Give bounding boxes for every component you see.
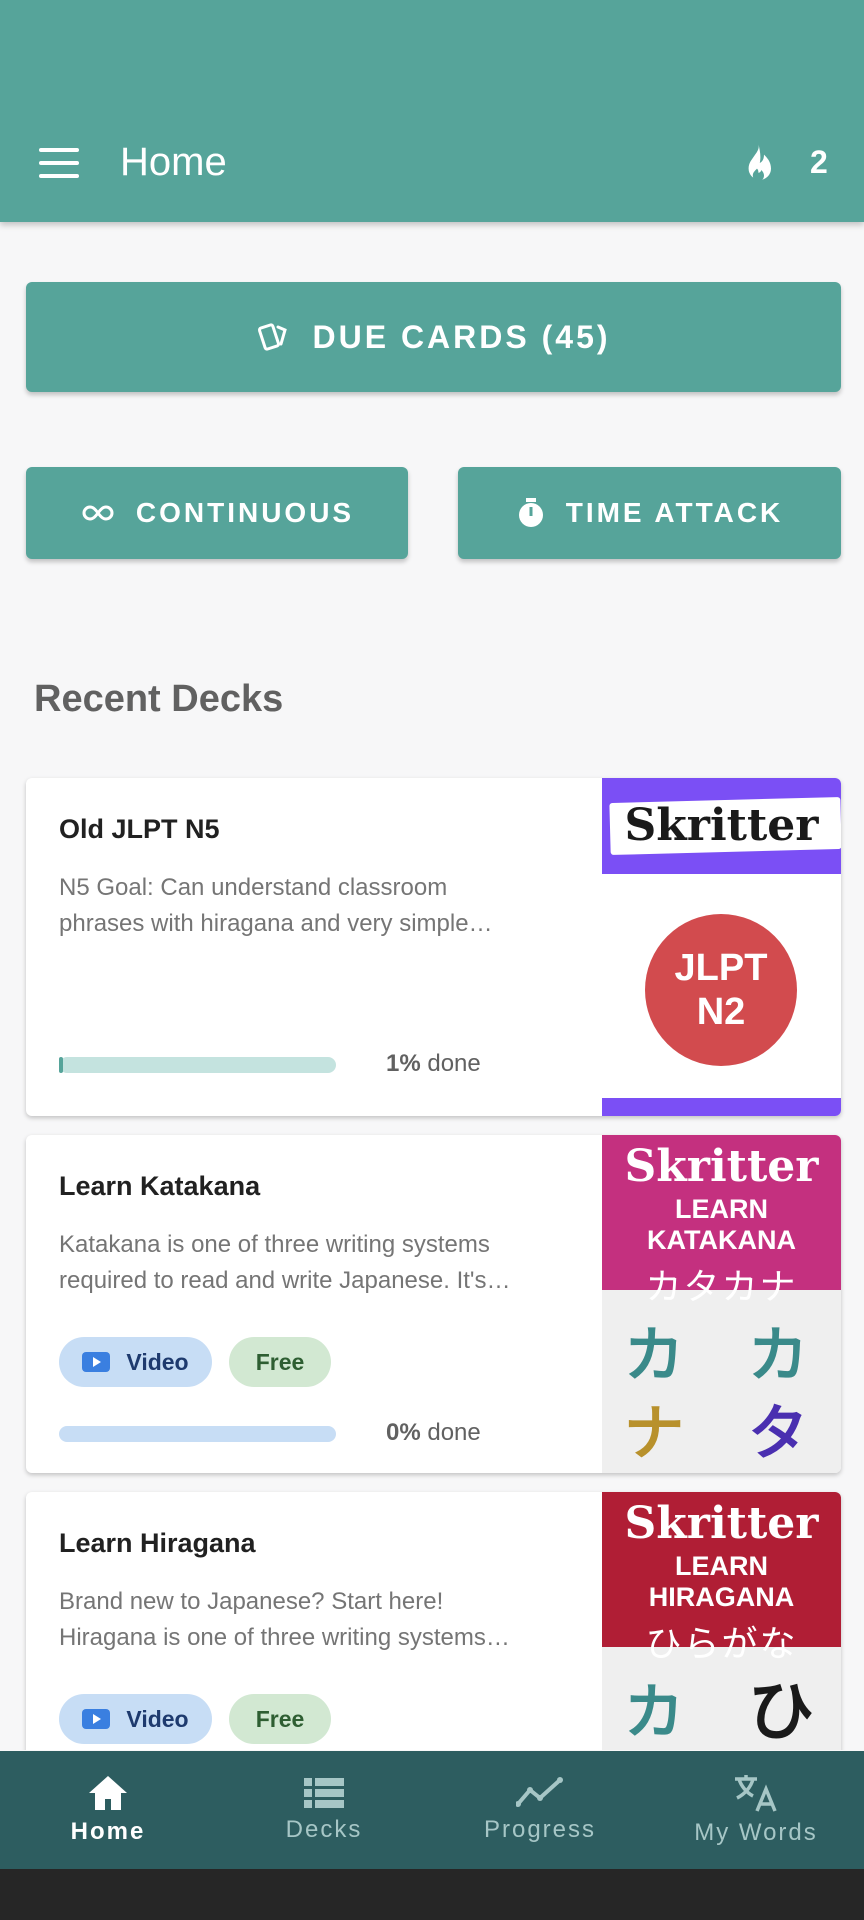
glyph-purple: タ bbox=[748, 1400, 808, 1467]
system-navigation-bar bbox=[0, 1869, 864, 1920]
deck-description-line: required to read and write Japanese. It'… bbox=[59, 1267, 511, 1294]
stopwatch-icon bbox=[518, 498, 543, 527]
free-chip[interactable]: Free bbox=[229, 1694, 331, 1744]
progress-label: 0% done bbox=[386, 1419, 481, 1447]
home-icon bbox=[89, 1776, 127, 1810]
infinity-icon bbox=[82, 505, 114, 521]
jlpt-badge-line: N2 bbox=[696, 991, 746, 1033]
recent-decks-list: Old JLPT N5 N5 Goal: Can understand clas… bbox=[0, 760, 864, 1750]
glyph-hi: ひ bbox=[748, 1674, 814, 1748]
cards-icon bbox=[258, 323, 288, 351]
glyph-mascot: カ bbox=[624, 1679, 684, 1746]
deck-card[interactable]: Old JLPT N5 N5 Goal: Can understand clas… bbox=[26, 778, 841, 1116]
nav-label: My Words bbox=[694, 1819, 818, 1846]
deck-description-line: Hiragana is one of three writing systems… bbox=[59, 1624, 510, 1651]
glyph-rope: ナ bbox=[624, 1400, 684, 1467]
time-attack-label: TIME ATTACK bbox=[565, 497, 784, 528]
done-label: done bbox=[427, 1050, 481, 1077]
video-chip[interactable]: Video bbox=[59, 1694, 212, 1744]
nav-my-words[interactable]: My Words bbox=[648, 1751, 864, 1869]
thumbnail-subtitle: LEARN HIRAGANA bbox=[648, 1551, 795, 1612]
deck-thumbnail: Skritter LEARN KATAKANA カタカナ カ カ ナ タ bbox=[602, 1135, 841, 1473]
done-label: done bbox=[427, 1419, 481, 1446]
continuous-label: CONTINUOUS bbox=[135, 497, 355, 528]
due-cards-label: DUE CARDS (45) bbox=[312, 318, 611, 355]
progress-fill bbox=[59, 1057, 63, 1073]
thumbnail-header: Skritter LEARN KATAKANA カタカナ bbox=[602, 1135, 841, 1307]
deck-card[interactable]: Learn Hiragana Brand new to Japanese? St… bbox=[26, 1492, 841, 1750]
play-icon bbox=[82, 1709, 111, 1729]
deck-description-line: Katakana is one of three writing systems bbox=[59, 1231, 490, 1258]
deck-title: Old JLPT N5 bbox=[59, 814, 220, 844]
nav-decks[interactable]: Decks bbox=[216, 1751, 432, 1869]
progress-percent: 0% bbox=[386, 1419, 421, 1446]
progress-bar bbox=[59, 1426, 336, 1442]
progress-bar bbox=[59, 1057, 336, 1073]
skritter-logo: Skritter bbox=[624, 1498, 819, 1549]
deck-description-line: Brand new to Japanese? Start here! bbox=[59, 1588, 444, 1615]
skritter-logo: Skritter bbox=[624, 800, 819, 851]
due-cards-button[interactable]: DUE CARDS (45) bbox=[26, 282, 841, 392]
skritter-logo: Skritter bbox=[624, 1141, 819, 1192]
flame-icon[interactable] bbox=[740, 142, 774, 184]
page-title: Home bbox=[120, 140, 227, 184]
menu-icon[interactable] bbox=[36, 148, 82, 182]
free-chip-label: Free bbox=[255, 1348, 305, 1375]
bottom-navigation: Home Decks Progress My Words bbox=[0, 1751, 864, 1869]
app-bar: Home 2 bbox=[0, 0, 864, 222]
trend-icon bbox=[516, 1777, 563, 1807]
jlpt-badge-line: JLPT bbox=[674, 947, 768, 989]
free-chip[interactable]: Free bbox=[229, 1337, 331, 1387]
time-attack-button[interactable]: TIME ATTACK bbox=[458, 467, 841, 559]
deck-card[interactable]: Learn Katakana Katakana is one of three … bbox=[26, 1135, 841, 1473]
nav-home[interactable]: Home bbox=[0, 1751, 216, 1869]
deck-thumbnail: Skritter JLPT N2 bbox=[602, 778, 841, 1116]
progress-label: 1% done bbox=[386, 1050, 481, 1078]
translate-icon bbox=[735, 1775, 777, 1812]
nav-label: Home bbox=[70, 1818, 146, 1845]
glyph-mascot: カ bbox=[624, 1322, 684, 1389]
list-icon bbox=[304, 1778, 344, 1808]
streak-count: 2 bbox=[810, 144, 828, 180]
video-chip-label: Video bbox=[126, 1705, 189, 1732]
glyph-mascot: カ bbox=[748, 1322, 808, 1389]
video-chip-label: Video bbox=[126, 1348, 189, 1375]
progress-percent: 1% bbox=[386, 1050, 421, 1077]
nav-progress[interactable]: Progress bbox=[432, 1751, 648, 1869]
thumbnail-kana: カタカナ bbox=[645, 1266, 798, 1307]
deck-thumbnail: Skritter LEARN HIRAGANA ひらがな カ ひ bbox=[602, 1492, 841, 1750]
deck-description: Katakana is one of three writing systems… bbox=[59, 1227, 559, 1299]
deck-title: Learn Katakana bbox=[59, 1171, 261, 1201]
thumbnail-subtitle: LEARN KATAKANA bbox=[647, 1194, 796, 1255]
thumbnail-header: Skritter LEARN HIRAGANA ひらがな bbox=[602, 1492, 841, 1664]
nav-label: Progress bbox=[483, 1816, 597, 1843]
continuous-button[interactable]: CONTINUOUS bbox=[26, 467, 408, 559]
thumbnail-footer bbox=[602, 1098, 841, 1116]
play-icon bbox=[82, 1352, 111, 1372]
deck-title: Learn Hiragana bbox=[59, 1528, 256, 1558]
free-chip-label: Free bbox=[255, 1705, 305, 1732]
jlpt-badge: JLPT N2 bbox=[645, 914, 797, 1066]
deck-description-line: phrases with hiragana and very simple… bbox=[59, 910, 493, 937]
nav-label: Decks bbox=[285, 1816, 363, 1843]
video-chip[interactable]: Video bbox=[59, 1337, 212, 1387]
deck-description: N5 Goal: Can understand classroom phrase… bbox=[59, 870, 559, 942]
recent-decks-heading: Recent Decks bbox=[34, 678, 284, 720]
deck-description: Brand new to Japanese? Start here! Hirag… bbox=[59, 1584, 559, 1656]
deck-description-line: N5 Goal: Can understand classroom bbox=[59, 874, 448, 901]
